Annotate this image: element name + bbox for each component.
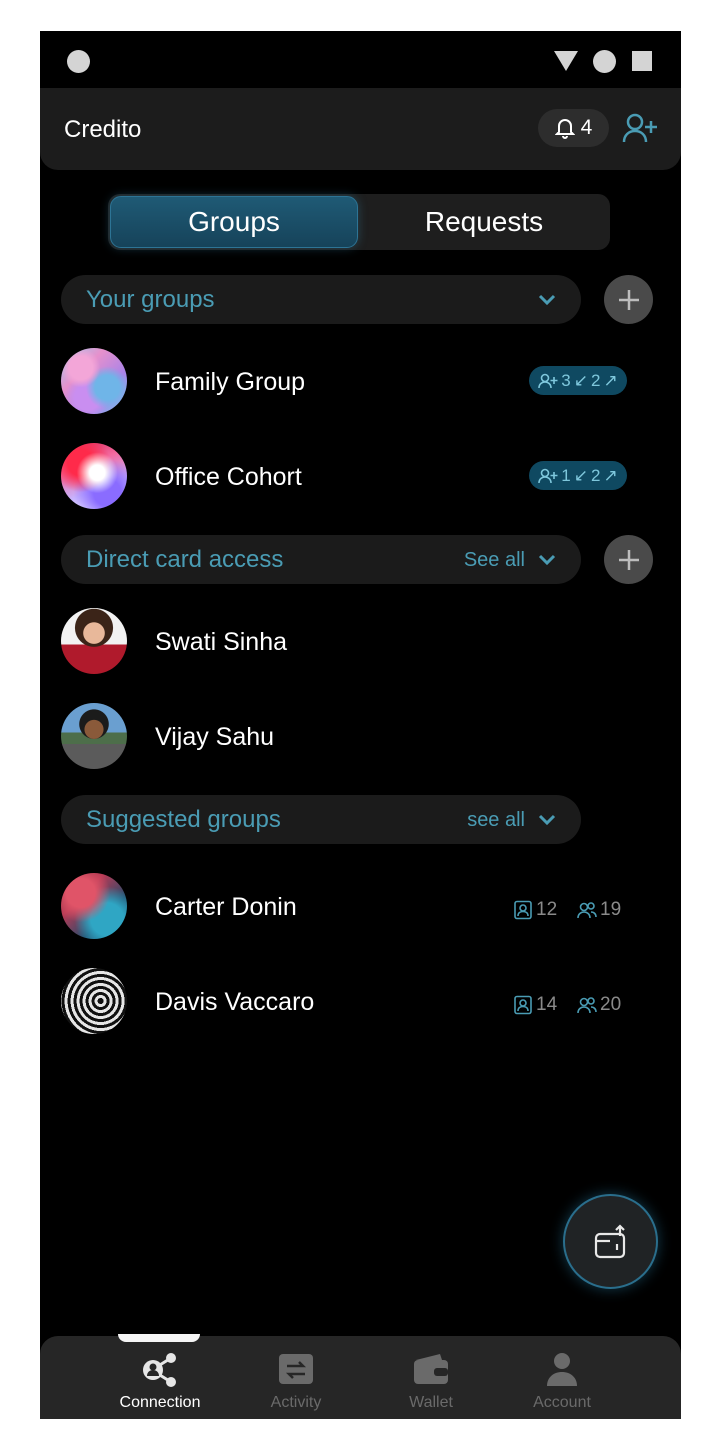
members-count-value: 20 xyxy=(600,994,622,1015)
chevron-down-icon xyxy=(538,814,556,826)
group-stats-badge: 3 ↙ 2 ↗ xyxy=(529,366,627,395)
nav-account[interactable]: Account xyxy=(502,1346,622,1416)
add-group-button[interactable] xyxy=(604,275,653,324)
status-circle-icon xyxy=(593,50,616,73)
list-item[interactable]: Vijay Sahu xyxy=(61,703,641,773)
cards-count-value: 14 xyxy=(536,994,558,1015)
list-item[interactable]: Swati Sinha xyxy=(61,608,641,678)
list-item[interactable]: Carter Donin 12 19 xyxy=(61,873,641,943)
section-title: Direct card access xyxy=(86,546,284,573)
members-count: 20 xyxy=(577,994,621,1016)
list-item[interactable]: Family Group 3 ↙ 2 ↗ xyxy=(61,348,641,418)
chevron-down-icon xyxy=(538,554,556,566)
id-card-icon xyxy=(514,900,532,920)
connection-icon xyxy=(143,1353,176,1387)
account-icon xyxy=(547,1353,577,1386)
nav-label: Connection xyxy=(119,1394,201,1411)
wallet-icon xyxy=(414,1354,448,1384)
notifications-button[interactable]: 4 xyxy=(538,109,609,147)
add-user-icon xyxy=(538,373,558,388)
group-avatar xyxy=(61,873,127,939)
add-card-access-button[interactable] xyxy=(604,535,653,584)
chevron-down-icon xyxy=(538,294,556,306)
cards-count-value: 12 xyxy=(536,899,558,920)
active-indicator xyxy=(118,1334,200,1342)
direct-card-access-section-header[interactable]: Direct card access See all xyxy=(61,535,581,584)
list-item[interactable]: Davis Vaccaro 14 20 xyxy=(61,968,641,1038)
user-name: Swati Sinha xyxy=(155,628,288,656)
nav-activity[interactable]: Activity xyxy=(236,1346,356,1416)
stat-value: 2 xyxy=(591,465,601,485)
see-all-link[interactable]: See all xyxy=(464,549,525,572)
group-name: Carter Donin xyxy=(155,893,297,921)
tab-groups[interactable]: Groups xyxy=(110,196,358,248)
group-avatar xyxy=(61,443,127,509)
group-name: Office Cohort xyxy=(155,463,302,491)
add-user-icon[interactable] xyxy=(622,112,658,144)
users-icon xyxy=(577,997,597,1014)
group-stats-badge: 1 ↙ 2 ↗ xyxy=(529,461,627,490)
activity-icon xyxy=(279,1354,313,1384)
segmented-tabs: Groups Requests xyxy=(108,194,610,250)
nav-label: Wallet xyxy=(409,1394,453,1411)
tab-requests[interactable]: Requests xyxy=(358,194,610,250)
stat-value: 1 xyxy=(561,465,571,485)
see-all-link[interactable]: see all xyxy=(467,809,525,832)
users-icon xyxy=(577,902,597,919)
nav-label: Account xyxy=(533,1394,591,1411)
section-title: Suggested groups xyxy=(86,806,281,833)
group-name: Family Group xyxy=(155,368,306,396)
stat-value: 2 xyxy=(591,370,601,390)
arrow-up-right-icon: ↗ xyxy=(603,370,618,390)
arrow-down-left-icon: ↙ xyxy=(573,465,588,485)
list-item[interactable]: Office Cohort 1 ↙ 2 ↗ xyxy=(61,443,641,513)
section-title: Your groups xyxy=(86,286,215,313)
status-bar xyxy=(40,31,681,89)
suggested-groups-section-header[interactable]: Suggested groups see all xyxy=(61,795,581,844)
arrow-down-left-icon: ↙ xyxy=(573,370,588,390)
app-screen: Credito 4 Groups Requests Your groups Fa… xyxy=(40,31,681,1419)
stat-value: 3 xyxy=(561,370,571,390)
plus-icon xyxy=(618,289,639,310)
share-card-fab[interactable] xyxy=(563,1194,658,1289)
add-user-icon xyxy=(538,468,558,483)
user-name: Vijay Sahu xyxy=(155,723,275,751)
id-card-icon xyxy=(514,995,532,1015)
cards-count: 12 xyxy=(513,899,557,921)
notification-count: 4 xyxy=(580,116,593,139)
status-dot-icon xyxy=(67,50,90,73)
nav-wallet[interactable]: Wallet xyxy=(371,1346,491,1416)
group-avatar xyxy=(61,968,127,1034)
group-avatar xyxy=(61,348,127,414)
user-avatar xyxy=(61,608,127,674)
nav-connection[interactable]: Connection xyxy=(100,1346,220,1416)
bell-icon xyxy=(554,119,575,139)
members-count: 19 xyxy=(577,899,621,921)
arrow-up-right-icon: ↗ xyxy=(603,465,618,485)
plus-icon xyxy=(618,549,639,570)
battery-icon xyxy=(632,51,652,71)
app-title: Credito xyxy=(64,116,142,143)
nav-label: Activity xyxy=(270,1394,322,1411)
share-card-icon xyxy=(594,1223,625,1258)
your-groups-section-header[interactable]: Your groups xyxy=(61,275,581,324)
cards-count: 14 xyxy=(513,994,557,1016)
members-count-value: 19 xyxy=(600,899,622,920)
group-name: Davis Vaccaro xyxy=(155,988,315,1016)
user-avatar xyxy=(61,703,127,769)
signal-icon xyxy=(554,51,578,71)
bottom-navigation: Connection Activity Wallet Account xyxy=(40,1334,681,1419)
app-header: Credito 4 xyxy=(40,88,681,170)
